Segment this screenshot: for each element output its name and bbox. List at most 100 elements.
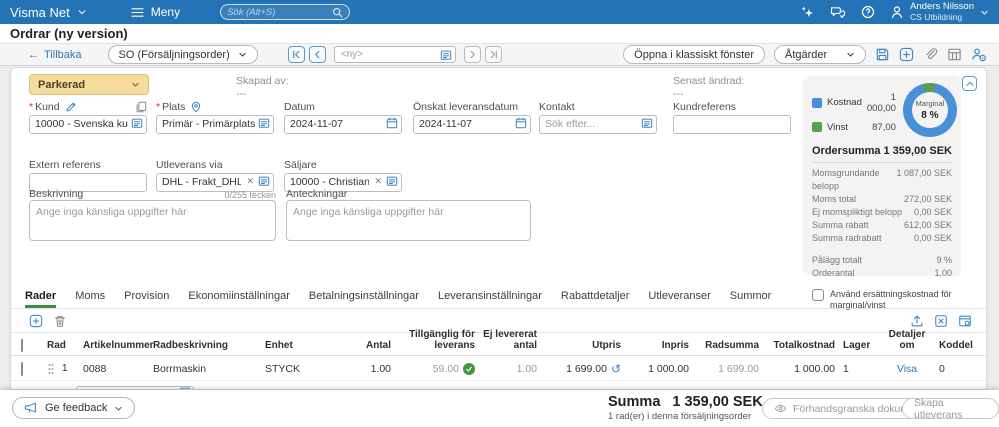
lookup-icon[interactable] [641,117,653,129]
revert-price-icon[interactable]: ↺ [611,364,621,374]
lookup-icon[interactable] [258,117,270,129]
col-header-radbeskrivning[interactable]: Radbeskrivning [153,341,265,352]
drag-handle-icon[interactable] [47,363,55,375]
status-select[interactable]: Parkerad [29,74,149,95]
customize-button[interactable] [971,47,987,63]
cell-totalkostnad[interactable]: 1 000.00 [767,363,843,375]
back-button[interactable]: ← Tillbaka [28,49,82,61]
tab-moms[interactable]: Moms [75,284,105,308]
grid-settings-button[interactable] [958,314,972,328]
calendar-icon[interactable] [386,117,398,129]
kundreferens-input[interactable] [673,115,791,134]
kundreferens-field[interactable] [673,114,791,133]
order-number-field[interactable] [334,46,456,63]
tab-leveransinstallningar[interactable]: Leveransinställningar [438,284,542,308]
tab-provision[interactable]: Provision [124,284,169,308]
visa-link[interactable]: Visa [897,363,917,375]
calendar-icon[interactable] [515,117,527,129]
col-header-tillganglig[interactable]: Tillgänglig för leverans [399,330,483,351]
tab-betalningsinstallningar[interactable]: Betalningsinställningar [309,284,419,308]
order-number-input[interactable] [334,46,456,63]
user-menu[interactable]: Anders Nilsson CS Utbildning [890,2,989,22]
clear-icon[interactable]: ✕ [246,175,254,188]
col-header-artikelnummer[interactable]: Artikelnummer [83,341,153,352]
cell-inpris[interactable]: 1 000.00 [629,363,697,375]
cell-radbeskrivning[interactable]: Borrmaskin [153,363,265,375]
lookup-icon[interactable] [386,175,398,187]
leveransdatum-field[interactable] [413,114,531,133]
tab-utleveranser[interactable]: Utleveranser [648,284,710,308]
select-all-checkbox[interactable] [21,339,23,352]
nav-first-button[interactable] [288,46,305,63]
cell-artikelnummer[interactable]: 0088 [83,363,153,375]
global-search-input[interactable] [227,7,332,18]
datum-input[interactable] [284,115,402,134]
kund-input[interactable] [29,115,147,134]
tab-ekonomiinstallningar[interactable]: Ekonomiinställningar [188,284,290,308]
anteckningar-textarea[interactable] [286,200,531,241]
beskrivning-textarea[interactable] [29,200,276,241]
open-classic-button[interactable]: Öppna i klassiskt fönster [623,45,765,64]
clear-icon[interactable]: ✕ [374,175,382,188]
col-header-utpris[interactable]: Utpris [545,341,629,352]
leveransdatum-input[interactable] [413,115,531,134]
col-header-ej-levererat[interactable]: Ej levererat antal [483,330,545,351]
nav-last-button[interactable] [485,46,502,63]
feedback-button[interactable]: Ge feedback [12,397,135,419]
help-icon[interactable] [861,5,875,19]
global-search[interactable] [220,4,350,20]
lookup-icon[interactable] [131,117,143,129]
col-header-inpris[interactable]: Inpris [629,341,697,352]
cell-lager[interactable]: 1 [843,363,883,375]
brand-menu[interactable]: Visma Net [10,5,87,20]
cell-utpris[interactable]: 1 699.00 [566,363,607,375]
collapse-panel-button[interactable] [962,76,977,91]
grid-icon [947,47,962,62]
tab-rabattdetaljer[interactable]: Rabattdetaljer [561,284,630,308]
save-button[interactable] [875,47,890,62]
cell-koddel[interactable]: 0 [939,363,983,375]
kund-field[interactable] [29,114,147,133]
attachments-button[interactable] [923,47,938,62]
cell-antal[interactable]: 1.00 [343,363,399,375]
export-button[interactable] [910,314,924,328]
datum-field[interactable] [284,114,402,133]
col-header-detaljer-om[interactable]: Detaljer om [883,330,939,351]
lookup-icon[interactable] [258,175,270,187]
add-record-button[interactable] [899,47,914,62]
col-header-rad[interactable]: Rad [47,341,83,352]
copy-icon[interactable] [135,101,147,113]
kontakt-input[interactable] [539,115,657,134]
tab-summor[interactable]: Summor [730,284,772,308]
nav-prev-button[interactable] [309,46,326,63]
plats-field[interactable] [156,114,274,133]
cell-enhet[interactable]: STYCK [265,363,343,375]
plats-input[interactable] [156,115,274,134]
edit-pencil-icon[interactable] [65,101,77,113]
create-delivery-button[interactable]: Skapa utleverans [902,398,999,419]
add-row-button[interactable] [29,314,43,328]
lookup-icon[interactable] [440,49,452,61]
col-header-koddel[interactable]: Koddel [939,341,983,352]
col-header-antal[interactable]: Antal [343,341,399,352]
kontakt-field[interactable] [539,114,657,133]
grid-view-button[interactable] [947,47,962,62]
col-header-totalkostnad[interactable]: Totalkostnad [767,341,843,352]
sparkle-icon[interactable] [800,5,815,20]
delete-row-button[interactable] [53,314,67,328]
tab-rader[interactable]: Rader [25,284,56,308]
col-header-radsumma[interactable]: Radsumma [697,341,767,352]
actions-select[interactable]: Åtgärder [774,45,866,64]
col-header-lager[interactable]: Lager [843,341,883,352]
nav-next-button[interactable] [464,46,481,63]
main-menu-button[interactable]: Meny [131,5,180,19]
chat-icon[interactable] [830,6,846,19]
table-row[interactable]: 1 0088 Borrmaskin STYCK 1.00 59.00 1.00 … [11,357,986,381]
export-excel-button[interactable] [934,314,948,328]
location-pin-icon[interactable] [190,101,202,113]
order-type-select[interactable]: SO (Försäljningsorder) [108,45,258,64]
col-header-enhet[interactable]: Enhet [265,341,343,352]
row-checkbox[interactable] [21,362,23,376]
search-icon[interactable] [332,7,343,18]
anteckningar-label: Anteckningar [286,188,347,200]
